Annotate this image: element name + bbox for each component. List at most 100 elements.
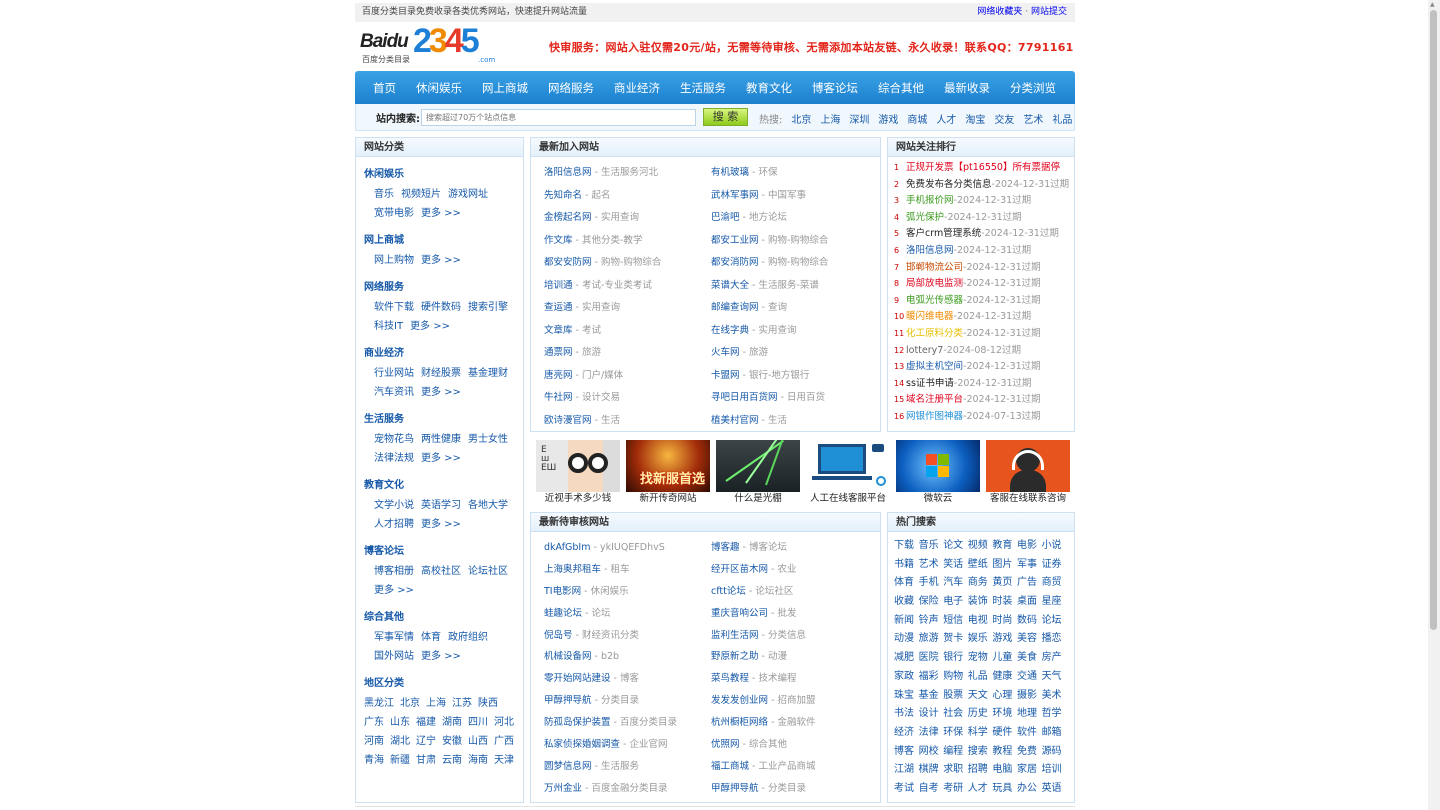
keyword-link[interactable]: 设计 [919, 705, 944, 724]
hot-link[interactable]: 交友 [994, 111, 1014, 126]
category-heading[interactable]: 生活服务 [364, 410, 523, 425]
site-link[interactable]: 都安工业网 [711, 235, 759, 246]
category-link[interactable]: 高校社区 [421, 562, 461, 581]
region-link[interactable]: 河北 [494, 713, 514, 732]
ranking-link[interactable]: 弧光保护 [906, 212, 944, 223]
keyword-link[interactable]: 银行 [943, 649, 968, 668]
category-link[interactable]: 行业网站 [374, 364, 414, 383]
search-input[interactable] [421, 109, 696, 126]
category-link[interactable]: 音乐 [374, 185, 394, 204]
site-link[interactable]: 蛙趣论坛 [544, 608, 582, 619]
keyword-link[interactable]: 天气 [1042, 668, 1067, 687]
site-link[interactable]: dkAfGbIm [544, 542, 590, 553]
keyword-link[interactable]: 科学 [968, 724, 993, 743]
keyword-link[interactable]: 美食 [1017, 649, 1042, 668]
region-link[interactable]: 山东 [390, 713, 410, 732]
ranking-link[interactable]: 正规开发票【pt16550】所有票据停 [906, 162, 1060, 173]
keyword-link[interactable]: 旅游 [919, 630, 944, 649]
keyword-link[interactable]: 搜索 [968, 743, 993, 762]
nav-home[interactable]: 首页 [373, 80, 396, 96]
keyword-link[interactable]: 手机 [919, 574, 944, 593]
keyword-link[interactable]: 心理 [992, 687, 1017, 706]
ranking-link[interactable]: 局部放电监测 [906, 278, 963, 289]
image-ad[interactable]: Eш ЕШ 近视手术多少钱 [536, 440, 620, 507]
more-link[interactable]: 更多 >> [421, 204, 461, 223]
category-link[interactable]: 财经股票 [421, 364, 461, 383]
category-link[interactable]: 宽带电影 [374, 204, 414, 223]
keyword-link[interactable]: 短信 [943, 612, 968, 631]
keyword-link[interactable]: 装饰 [968, 593, 993, 612]
keyword-link[interactable]: 教育 [992, 537, 1017, 556]
site-link[interactable]: 经开区苗木网 [711, 564, 768, 575]
site-link[interactable]: cftt论坛 [711, 586, 746, 597]
category-link[interactable]: 各地大学 [468, 496, 508, 515]
site-link[interactable]: 植美村官网 [711, 415, 759, 426]
keyword-link[interactable]: 棋牌 [919, 761, 944, 780]
category-heading[interactable]: 教育文化 [364, 476, 523, 491]
site-link[interactable]: 甲醇押导航 [711, 783, 759, 794]
keyword-link[interactable]: 福彩 [919, 668, 944, 687]
keyword-link[interactable]: 地理 [1017, 705, 1042, 724]
image-ad[interactable]: 微软云 [896, 440, 980, 507]
region-link[interactable]: 新疆 [390, 751, 410, 770]
site-link[interactable]: 寻吧日用百货网 [711, 392, 778, 403]
keyword-link[interactable]: 铃声 [919, 612, 944, 631]
keyword-link[interactable]: 医院 [919, 649, 944, 668]
keyword-link[interactable]: 视频 [968, 537, 993, 556]
hot-link[interactable]: 游戏 [878, 111, 898, 126]
keyword-link[interactable]: 基金 [919, 687, 944, 706]
keyword-link[interactable]: 娱乐 [968, 630, 993, 649]
laser-beams-image[interactable] [716, 440, 800, 492]
site-link[interactable]: 杭州橱柜网络 [711, 717, 768, 728]
keyword-link[interactable]: 培训 [1042, 761, 1067, 780]
nav-latest[interactable]: 最新收录 [944, 80, 990, 96]
keyword-link[interactable]: 历史 [968, 705, 993, 724]
category-heading[interactable]: 网络服务 [364, 278, 523, 293]
category-link[interactable]: 搜索引擎 [468, 298, 508, 317]
nav-network-services[interactable]: 网络服务 [548, 80, 594, 96]
keyword-link[interactable]: 减肥 [894, 649, 919, 668]
keyword-link[interactable]: 动漫 [894, 630, 919, 649]
ranking-link[interactable]: 虚拟主机空间 [906, 361, 963, 372]
region-link[interactable]: 广西 [494, 732, 514, 751]
region-heading[interactable]: 地区分类 [364, 674, 523, 689]
region-link[interactable]: 天津 [494, 751, 514, 770]
hot-link[interactable]: 上海 [820, 111, 840, 126]
more-link[interactable]: 更多 >> [421, 647, 461, 666]
keyword-link[interactable]: 时尚 [992, 612, 1017, 631]
keyword-link[interactable]: 玩具 [992, 780, 1017, 799]
keyword-link[interactable]: 贺卡 [943, 630, 968, 649]
keyword-link[interactable]: 播恋 [1042, 630, 1067, 649]
ranking-link[interactable]: 手机报价网 [906, 195, 954, 206]
category-link[interactable]: 论坛社区 [468, 562, 508, 581]
keyword-link[interactable]: 珠宝 [894, 687, 919, 706]
nav-others[interactable]: 综合其他 [878, 80, 924, 96]
site-link[interactable]: 有机玻璃 [711, 167, 749, 178]
region-link[interactable]: 陕西 [478, 694, 498, 713]
more-link[interactable]: 更多 >> [410, 317, 450, 336]
image-ad[interactable]: 客服在线联系咨询 [986, 440, 1070, 507]
site-link[interactable]: 培训通 [544, 280, 573, 291]
site-link[interactable]: 在线字典 [711, 325, 749, 336]
keyword-link[interactable]: 体育 [894, 574, 919, 593]
site-link[interactable]: TI电影网 [544, 586, 581, 597]
category-link[interactable]: 英语学习 [421, 496, 461, 515]
keyword-link[interactable]: 论文 [943, 537, 968, 556]
site-link[interactable]: 零开始网站建设 [544, 673, 611, 684]
keyword-link[interactable]: 股票 [943, 687, 968, 706]
keyword-link[interactable]: 求职 [943, 761, 968, 780]
region-link[interactable]: 黑龙江 [364, 694, 394, 713]
ranking-link[interactable]: 客户crm管理系统 [906, 228, 981, 239]
keyword-link[interactable]: 数码 [1017, 612, 1042, 631]
region-link[interactable]: 北京 [400, 694, 420, 713]
keyword-link[interactable]: 下载 [894, 537, 919, 556]
category-heading[interactable]: 商业经济 [364, 344, 523, 359]
image-ad[interactable]: 人工在线客服平台 [806, 440, 890, 507]
ranking-link[interactable]: 网银作图神器 [906, 411, 963, 422]
ranking-link[interactable]: 洛阳信息网 [906, 245, 954, 256]
nav-blog-forum[interactable]: 博客论坛 [812, 80, 858, 96]
more-link[interactable]: 更多 >> [421, 383, 461, 402]
category-link[interactable]: 法律法规 [374, 449, 414, 468]
keyword-link[interactable]: 社会 [943, 705, 968, 724]
image-ad[interactable]: 找新服首选 新开传奇网站 [626, 440, 710, 507]
